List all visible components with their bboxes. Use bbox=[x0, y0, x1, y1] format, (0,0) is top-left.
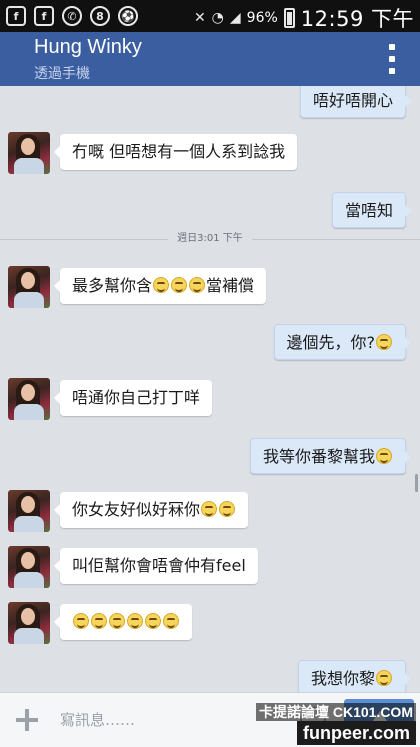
message-list[interactable]: 唔好唔開心 冇嘅 但唔想有一個人系到諗我 當唔知 週日3:01 下午 最多幫你含… bbox=[0, 86, 420, 692]
clock: 12:59 下午 bbox=[300, 7, 414, 31]
message-text: 冇嘅 但唔想有一個人系到諗我 bbox=[72, 142, 286, 161]
smiley-icon bbox=[376, 670, 392, 686]
message-input[interactable] bbox=[60, 705, 280, 735]
smiley-icon bbox=[153, 277, 170, 293]
contact-avatar[interactable] bbox=[8, 266, 50, 308]
wifi-icon: ◔ bbox=[211, 10, 224, 26]
facebook-icon: f bbox=[34, 6, 54, 26]
messenger-icon: 8 bbox=[90, 6, 110, 26]
plus-icon[interactable] bbox=[14, 707, 40, 733]
smiley-icon bbox=[201, 501, 218, 517]
facebook-icon: f bbox=[6, 6, 26, 26]
incoming-message[interactable]: 最多幫你含 當補償 bbox=[53, 268, 267, 304]
outgoing-message[interactable]: 當唔知 bbox=[331, 192, 412, 228]
message-text: 邊個先，你? bbox=[286, 333, 376, 352]
smiley-icon bbox=[163, 613, 179, 629]
contact-avatar[interactable] bbox=[8, 602, 50, 644]
contact-avatar[interactable] bbox=[8, 546, 50, 588]
overflow-menu-icon[interactable] bbox=[386, 44, 398, 74]
outgoing-message[interactable]: 唔好唔開心 bbox=[299, 86, 412, 118]
message-text: 叫佢幫你會唔會仲有feel bbox=[72, 556, 246, 575]
contact-avatar[interactable] bbox=[8, 378, 50, 420]
smiley-icon bbox=[91, 613, 107, 629]
contact-name[interactable]: Hung Winky bbox=[34, 36, 142, 59]
smiley-icon bbox=[145, 613, 161, 629]
message-text: 唔通你自己打丁咩 bbox=[72, 388, 201, 407]
contact-avatar[interactable] bbox=[8, 490, 50, 532]
incoming-message[interactable]: 你女友好似好冧你 bbox=[53, 492, 249, 528]
message-text: 唔好唔開心 bbox=[312, 91, 393, 110]
message-text-tail: 當補償 bbox=[206, 276, 255, 295]
message-text: 我等你番黎幫我 bbox=[262, 447, 375, 466]
mute-icon: ✕ bbox=[193, 10, 206, 26]
incoming-message[interactable]: 冇嘅 但唔想有一個人系到諗我 bbox=[53, 134, 298, 170]
outgoing-message[interactable]: 我想你黎 bbox=[297, 660, 412, 692]
smiley-icon bbox=[376, 334, 392, 350]
message-text: 我想你黎 bbox=[310, 669, 375, 688]
incoming-message[interactable] bbox=[54, 604, 192, 640]
signal-icon: ◢ bbox=[229, 10, 241, 26]
contact-subtitle: 透過手機 bbox=[34, 66, 90, 82]
smiley-icon bbox=[73, 613, 89, 629]
whatsapp-icon: ✆ bbox=[62, 6, 82, 26]
smiley-icon bbox=[109, 613, 125, 629]
message-text: 當唔知 bbox=[344, 201, 393, 220]
smiley-icon bbox=[376, 448, 392, 464]
soccer-icon: ⚽ bbox=[118, 6, 138, 26]
status-bar: f f ✆ 8 ⚽ ✕ ◔ ◢ 96% 12:59 下午 bbox=[0, 0, 420, 32]
battery-icon bbox=[283, 8, 295, 28]
contact-avatar[interactable] bbox=[8, 132, 50, 174]
conversation-header: Hung Winky 透過手機 bbox=[0, 32, 420, 86]
message-text: 最多幫你含 bbox=[72, 276, 153, 295]
notification-icons: f f ✆ 8 ⚽ bbox=[6, 6, 138, 26]
incoming-message[interactable]: 叫佢幫你會唔會仲有feel bbox=[54, 548, 258, 584]
watermark-line2: funpeer.com bbox=[296, 721, 416, 745]
outgoing-message[interactable]: 我等你番黎幫我 bbox=[249, 438, 412, 474]
scrollbar-thumb[interactable] bbox=[415, 474, 418, 492]
watermark: 卡提諾論壇 CK101.COM funpeer.com bbox=[255, 703, 416, 745]
smiley-icon bbox=[219, 501, 236, 517]
watermark-line1: 卡提諾論壇 CK101.COM bbox=[255, 703, 416, 721]
incoming-message[interactable]: 唔通你自己打丁咩 bbox=[53, 380, 213, 416]
smiley-icon bbox=[171, 277, 188, 293]
timestamp-divider: 週日3:01 下午 bbox=[0, 232, 420, 246]
battery-percent: 96% bbox=[246, 10, 278, 26]
status-right: ✕ ◔ ◢ 96% 12:59 下午 bbox=[194, 3, 414, 33]
smiley-icon bbox=[127, 613, 143, 629]
message-text: 你女友好似好冧你 bbox=[72, 500, 201, 519]
smiley-icon bbox=[189, 277, 206, 293]
outgoing-message[interactable]: 邊個先，你? bbox=[273, 324, 411, 360]
